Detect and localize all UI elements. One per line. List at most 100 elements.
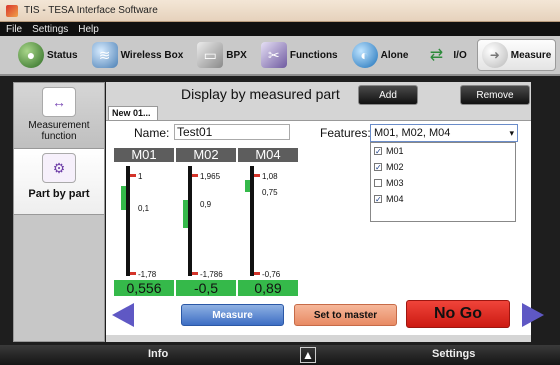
chevron-down-icon: ▾ bbox=[509, 128, 514, 138]
menu-help[interactable]: Help bbox=[78, 24, 99, 35]
lower-limit-value: -1,78 bbox=[138, 270, 157, 279]
feature-option-label: M01 bbox=[386, 146, 404, 156]
gauge-bar bbox=[188, 166, 192, 276]
window-title: TIS - TESA Interface Software bbox=[24, 5, 158, 16]
menu-bar: File Settings Help bbox=[0, 22, 560, 36]
gauge-title: M01 bbox=[114, 148, 174, 162]
name-field[interactable]: Test01 bbox=[174, 124, 290, 140]
window-titlebar: TIS - TESA Interface Software bbox=[0, 0, 560, 22]
nominal-value: 0,75 bbox=[262, 188, 278, 197]
upper-limit-mark bbox=[192, 174, 198, 177]
measure-button[interactable]: Measure bbox=[181, 304, 284, 326]
part-content: Name: Test01 Features: M01, M02, M04 ▾ ✓… bbox=[106, 120, 544, 335]
checkbox[interactable]: ✓ bbox=[374, 163, 382, 172]
info-button[interactable]: Info bbox=[148, 348, 168, 360]
page-title: Display by measured part bbox=[181, 86, 340, 102]
tab-new-01[interactable]: New 01... bbox=[108, 106, 158, 120]
tab-measure-label: Measure bbox=[510, 49, 552, 61]
collapse-up-icon[interactable]: ▲ bbox=[300, 347, 316, 363]
app-icon bbox=[6, 4, 18, 17]
gauge-title: M02 bbox=[176, 148, 236, 162]
list-item[interactable]: M03 bbox=[371, 175, 515, 191]
remove-button[interactable]: Remove bbox=[460, 85, 530, 105]
features-select[interactable]: M01, M02, M04 ▾ bbox=[370, 124, 518, 142]
upper-limit-value: 1,08 bbox=[262, 172, 278, 181]
gauge-m04: M04 1,08 0,75 -0,76 0,89 bbox=[238, 148, 298, 298]
lower-limit-value: -0,76 bbox=[262, 270, 281, 279]
main-panel: Display by measured part Add Remove New … bbox=[106, 82, 544, 342]
features-dropdown: ✓ M01 ✓ M02 M03 ✓ M04 bbox=[370, 142, 516, 222]
gauge-indicator bbox=[183, 200, 188, 228]
measure-icon: ➜ bbox=[481, 42, 508, 68]
tab-alone-label: Alone bbox=[380, 49, 409, 61]
upper-limit-value: 1 bbox=[138, 172, 143, 181]
list-item[interactable]: ✓ M01 bbox=[371, 143, 515, 159]
features-label: Features: bbox=[320, 126, 371, 140]
tab-alone[interactable]: ◐ Alone bbox=[348, 39, 413, 71]
gauge-m01: M01 1 0,1 -1,78 0,556 bbox=[114, 148, 174, 298]
tab-io-label: I/O bbox=[453, 49, 467, 61]
checkbox[interactable]: ✓ bbox=[374, 195, 382, 204]
tab-functions[interactable]: ✂ Functions bbox=[257, 39, 342, 71]
result-status-badge: No Go bbox=[406, 300, 510, 328]
gauge-indicator bbox=[245, 180, 250, 192]
tab-wireless-box-label: Wireless Box bbox=[120, 49, 184, 61]
io-arrows-icon: ⇄ bbox=[429, 47, 444, 64]
tab-bpx-label: BPX bbox=[226, 49, 247, 61]
sidebar: ↔ Measurement function ⚙ Part by part bbox=[13, 82, 105, 342]
measured-value: -0,5 bbox=[176, 280, 236, 296]
sidebar-item-label: Measurement function bbox=[28, 120, 90, 142]
bpx-icon: ▭ bbox=[197, 42, 224, 68]
main-toolbar: ● Status ≋ Wireless Box ▭ BPX ✂ Function… bbox=[0, 36, 560, 76]
alone-icon: ◐ bbox=[351, 42, 378, 68]
list-item[interactable]: ✓ M02 bbox=[371, 159, 515, 175]
nominal-value: 0,1 bbox=[138, 204, 150, 213]
checkbox[interactable]: ✓ bbox=[374, 147, 382, 156]
lower-limit-mark bbox=[254, 272, 260, 275]
settings-button[interactable]: Settings bbox=[432, 348, 475, 360]
lower-limit-value: -1,786 bbox=[200, 270, 223, 279]
wireless-icon: ≋ bbox=[91, 42, 118, 68]
tab-io[interactable]: ⇄ I/O bbox=[418, 39, 470, 71]
sidebar-item-part-by-part[interactable]: ⚙ Part by part bbox=[14, 149, 104, 215]
lower-limit-mark bbox=[192, 272, 198, 275]
add-button[interactable]: Add bbox=[358, 85, 418, 105]
features-value: M01, M02, M04 bbox=[374, 127, 451, 139]
functions-icon: ✂ bbox=[260, 42, 287, 68]
sidebar-item-label: Part by part bbox=[28, 188, 90, 200]
feature-option-label: M03 bbox=[386, 178, 404, 188]
tab-measure[interactable]: ➜ Measure bbox=[476, 39, 557, 71]
tab-functions-label: Functions bbox=[289, 49, 338, 61]
upper-limit-value: 1,965 bbox=[200, 172, 221, 181]
gauge-m02: M02 1,965 0,9 -1,786 -0,5 bbox=[176, 148, 236, 298]
status-bar: Info ▲ Settings bbox=[0, 345, 560, 365]
checkbox[interactable] bbox=[374, 179, 382, 187]
nominal-value: 0,9 bbox=[200, 200, 212, 209]
feature-option-label: M04 bbox=[386, 194, 404, 204]
gauge-indicator bbox=[121, 186, 126, 210]
previous-arrow-icon[interactable] bbox=[112, 303, 134, 327]
list-item[interactable]: ✓ M04 bbox=[371, 191, 515, 207]
tab-status-label: Status bbox=[47, 49, 78, 61]
gauge-bar bbox=[126, 166, 130, 276]
upper-limit-mark bbox=[254, 174, 260, 177]
feature-option-label: M02 bbox=[386, 162, 404, 172]
tab-wireless-box[interactable]: ≋ Wireless Box bbox=[88, 39, 188, 71]
tab-status[interactable]: ● Status bbox=[14, 39, 82, 71]
upper-limit-mark bbox=[130, 174, 136, 177]
gauge-title: M04 bbox=[238, 148, 298, 162]
gauge-bar bbox=[250, 166, 254, 276]
menu-file[interactable]: File bbox=[6, 24, 22, 35]
measured-value: 0,89 bbox=[238, 280, 298, 296]
measured-value: 0,556 bbox=[114, 280, 174, 296]
sidebar-item-measurement-function[interactable]: ↔ Measurement function bbox=[14, 83, 104, 149]
menu-settings[interactable]: Settings bbox=[32, 24, 68, 35]
tab-bpx[interactable]: ▭ BPX bbox=[193, 39, 251, 71]
name-label: Name: bbox=[134, 126, 170, 140]
measurement-function-icon: ↔ bbox=[42, 87, 76, 117]
lower-limit-mark bbox=[130, 272, 136, 275]
next-arrow-icon[interactable] bbox=[522, 303, 544, 327]
part-by-part-icon: ⚙ bbox=[42, 153, 76, 183]
status-icon: ● bbox=[18, 42, 44, 68]
set-to-master-button[interactable]: Set to master bbox=[294, 304, 397, 326]
